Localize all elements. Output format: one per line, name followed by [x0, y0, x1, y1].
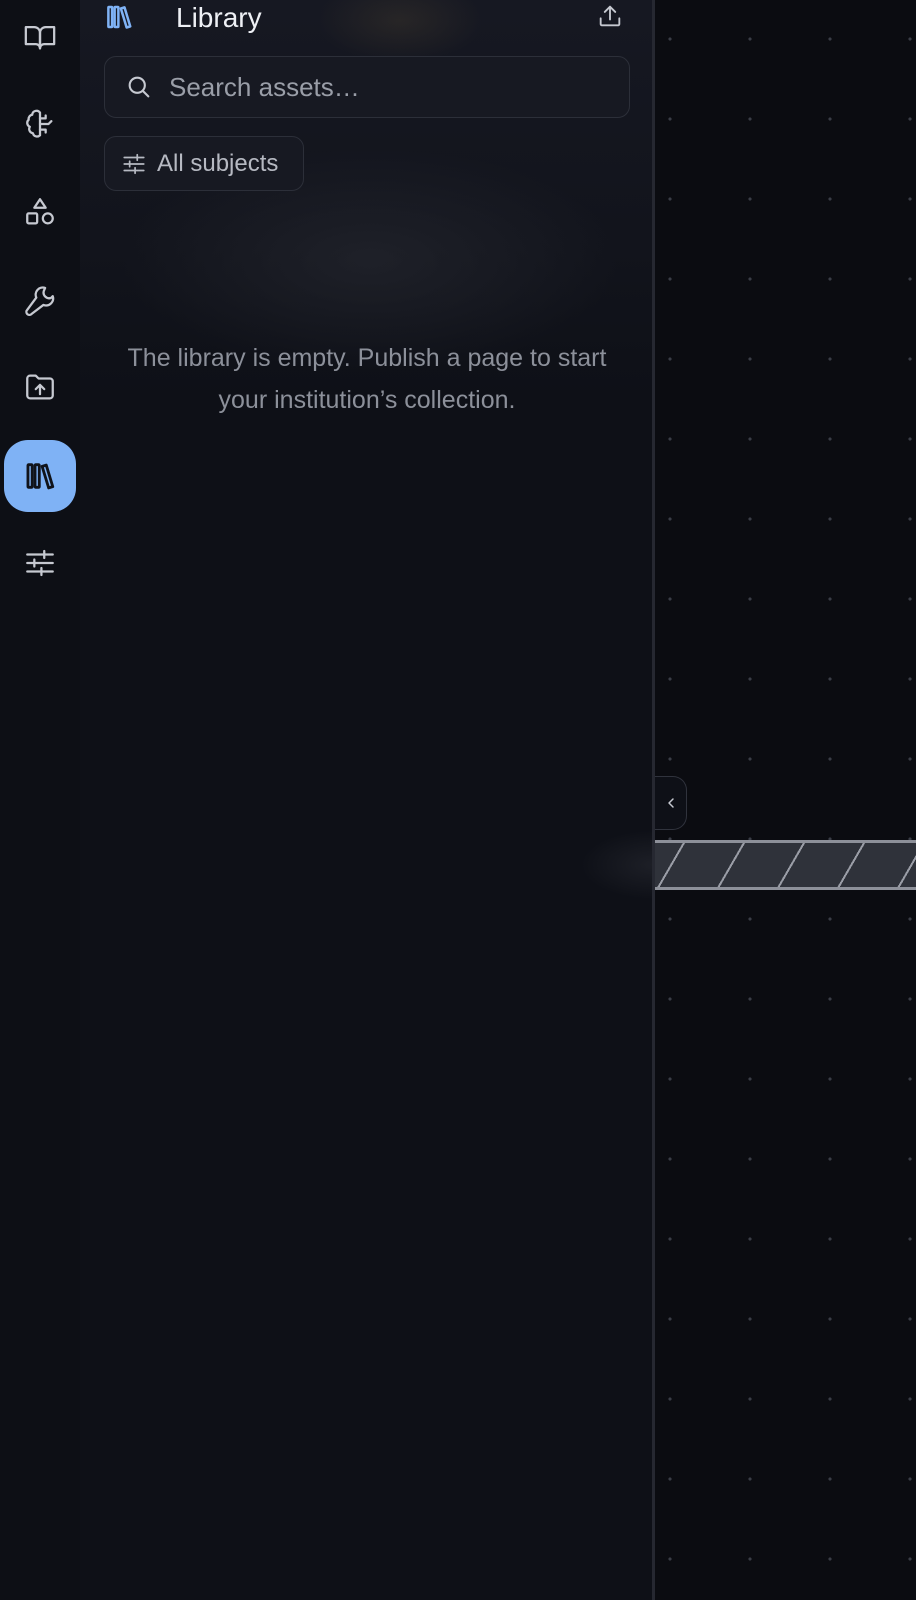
rail-item-upload-folder[interactable] — [4, 351, 76, 423]
search-box — [104, 56, 630, 118]
upload-button[interactable] — [594, 0, 626, 32]
sliders-icon — [123, 153, 145, 175]
shapes-icon — [26, 198, 54, 225]
rail-item-tools[interactable] — [4, 263, 76, 335]
hatch-shadow — [580, 830, 655, 900]
empty-state-message: The library is empty. Publish a page to … — [127, 344, 607, 414]
collapse-panel-button[interactable] — [655, 776, 687, 830]
dot-grid-canvas — [655, 0, 916, 1600]
search-input[interactable] — [169, 57, 609, 117]
library-logo-icon — [107, 5, 132, 29]
rail-item-settings[interactable] — [4, 527, 76, 599]
brain-icon — [26, 109, 53, 138]
hatched-placeholder-bar — [655, 840, 916, 890]
chevron-left-icon — [667, 798, 674, 808]
library-icon — [26, 463, 55, 490]
panel-header: Library — [104, 0, 624, 36]
panel-title: Library — [176, 2, 262, 33]
rail-item-library[interactable] — [4, 440, 76, 512]
rail-item-book[interactable] — [4, 1, 76, 73]
upload-icon — [599, 5, 621, 27]
icon-rail — [0, 0, 80, 1600]
library-panel: Library All subjects The library is empt… — [80, 0, 652, 1600]
rail-item-brain[interactable] — [4, 88, 76, 160]
search-icon — [128, 76, 150, 98]
folder-upload-icon — [26, 374, 54, 400]
subject-filter-button[interactable]: All subjects — [104, 136, 304, 191]
sliders-icon — [26, 549, 54, 577]
rail-item-shapes[interactable] — [4, 176, 76, 248]
wrench-icon — [25, 286, 55, 316]
filter-label: All subjects — [157, 150, 279, 177]
book-open-icon — [24, 25, 56, 50]
